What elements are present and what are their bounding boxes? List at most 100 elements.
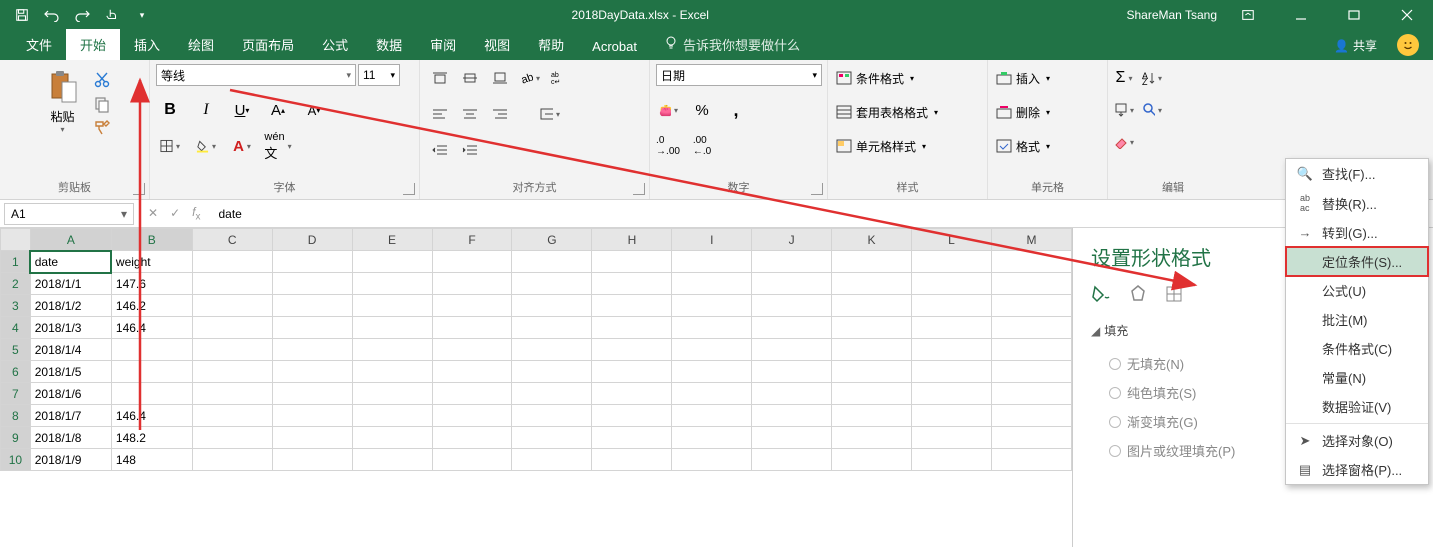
cell-F3[interactable] xyxy=(432,295,512,317)
cell-A4[interactable]: 2018/1/3 xyxy=(30,317,111,339)
minimize-button[interactable] xyxy=(1278,0,1323,30)
cell-I3[interactable] xyxy=(672,295,752,317)
size-tab-icon[interactable] xyxy=(1163,283,1185,308)
cell-H2[interactable] xyxy=(592,273,672,295)
cell-I1[interactable] xyxy=(672,251,752,273)
format-as-table-button[interactable]: 套用表格格式 ▾ xyxy=(834,102,938,122)
cell-C8[interactable] xyxy=(192,405,272,427)
clear-icon[interactable] xyxy=(1114,132,1134,152)
cell-I7[interactable] xyxy=(672,383,752,405)
cell-C6[interactable] xyxy=(192,361,272,383)
cell-L10[interactable] xyxy=(912,449,992,471)
cell-I6[interactable] xyxy=(672,361,752,383)
cell-L4[interactable] xyxy=(912,317,992,339)
align-middle-icon[interactable] xyxy=(460,68,480,88)
enter-formula-icon[interactable]: ✓ xyxy=(170,206,180,220)
cell-H5[interactable] xyxy=(592,339,672,361)
row-header-7[interactable]: 7 xyxy=(1,383,31,405)
cell-M8[interactable] xyxy=(991,405,1071,427)
increase-indent-icon[interactable] xyxy=(460,140,480,160)
cell-I5[interactable] xyxy=(672,339,752,361)
wrap-text-icon[interactable]: abc↵ xyxy=(550,68,570,88)
cell-J9[interactable] xyxy=(752,427,832,449)
menu-constants[interactable]: 常量(N) xyxy=(1286,363,1428,392)
font-name-combo[interactable]: 等线▾ xyxy=(156,64,356,86)
qat-customize-icon[interactable]: ▾ xyxy=(130,3,154,27)
row-header-1[interactable]: 1 xyxy=(1,251,31,273)
cell-H8[interactable] xyxy=(592,405,672,427)
cell-H3[interactable] xyxy=(592,295,672,317)
menu-goto[interactable]: →转到(G)... xyxy=(1286,218,1428,247)
cell-F1[interactable] xyxy=(432,251,512,273)
cell-styles-button[interactable]: 单元格样式 ▾ xyxy=(834,136,926,156)
align-bottom-icon[interactable] xyxy=(490,68,510,88)
maximize-button[interactable] xyxy=(1331,0,1376,30)
worksheet-grid[interactable]: ABCDEFGHIJKLM1dateweight22018/1/1147.632… xyxy=(0,228,1073,547)
cell-I4[interactable] xyxy=(672,317,752,339)
clipboard-dialog-launcher[interactable] xyxy=(133,183,145,195)
cell-B2[interactable]: 147.6 xyxy=(111,273,192,295)
paste-button[interactable]: 粘贴 ▾ xyxy=(38,64,88,134)
align-center-icon[interactable] xyxy=(460,104,480,124)
cell-E7[interactable] xyxy=(352,383,432,405)
fx-icon[interactable]: fx xyxy=(192,205,200,222)
cell-G9[interactable] xyxy=(512,427,592,449)
borders-icon[interactable] xyxy=(160,136,180,156)
user-name-label[interactable]: ShareMan Tsang xyxy=(1126,8,1217,22)
cell-I8[interactable] xyxy=(672,405,752,427)
cell-D6[interactable] xyxy=(272,361,352,383)
cell-E6[interactable] xyxy=(352,361,432,383)
column-header-J[interactable]: J xyxy=(752,229,832,251)
cell-D9[interactable] xyxy=(272,427,352,449)
align-top-icon[interactable] xyxy=(430,68,450,88)
cell-K10[interactable] xyxy=(832,449,912,471)
cell-E4[interactable] xyxy=(352,317,432,339)
autosum-icon[interactable]: Σ xyxy=(1114,68,1134,88)
cell-L8[interactable] xyxy=(912,405,992,427)
find-select-icon[interactable] xyxy=(1142,100,1162,120)
column-header-I[interactable]: I xyxy=(672,229,752,251)
effects-tab-icon[interactable] xyxy=(1127,283,1149,308)
cell-A5[interactable]: 2018/1/4 xyxy=(30,339,111,361)
cell-E1[interactable] xyxy=(352,251,432,273)
touch-mode-icon[interactable] xyxy=(100,3,124,27)
cell-A9[interactable]: 2018/1/8 xyxy=(30,427,111,449)
cell-J10[interactable] xyxy=(752,449,832,471)
delete-cells-button[interactable]: 删除▾ xyxy=(994,102,1050,122)
cell-L1[interactable] xyxy=(912,251,992,273)
decrease-font-icon[interactable]: A▾ xyxy=(304,100,324,120)
cell-K7[interactable] xyxy=(832,383,912,405)
row-header-8[interactable]: 8 xyxy=(1,405,31,427)
name-box[interactable]: A1 ▾ xyxy=(4,203,134,225)
merge-icon[interactable] xyxy=(540,104,560,124)
column-header-A[interactable]: A xyxy=(30,229,111,251)
underline-icon[interactable]: U▾ xyxy=(232,100,252,120)
cell-F8[interactable] xyxy=(432,405,512,427)
share-button[interactable]: 👤共享 xyxy=(1334,37,1377,54)
cell-B4[interactable]: 146.4 xyxy=(111,317,192,339)
cell-A1[interactable]: date xyxy=(30,251,111,273)
cell-E8[interactable] xyxy=(352,405,432,427)
font-size-combo[interactable]: 11▾ xyxy=(358,64,400,86)
font-color-icon[interactable]: A xyxy=(232,136,252,156)
select-all-corner[interactable] xyxy=(1,229,31,251)
column-header-C[interactable]: C xyxy=(192,229,272,251)
column-header-L[interactable]: L xyxy=(912,229,992,251)
cell-I9[interactable] xyxy=(672,427,752,449)
fill-outline-tab-icon[interactable] xyxy=(1091,283,1113,308)
redo-icon[interactable] xyxy=(70,3,94,27)
insert-cells-button[interactable]: 插入▾ xyxy=(994,68,1050,88)
cell-L2[interactable] xyxy=(912,273,992,295)
save-icon[interactable] xyxy=(10,3,34,27)
sort-filter-icon[interactable]: AZ xyxy=(1142,68,1162,88)
accounting-format-icon[interactable]: 👛 xyxy=(658,100,678,120)
tab-page-layout[interactable]: 页面布局 xyxy=(228,29,308,60)
cell-M7[interactable] xyxy=(991,383,1071,405)
cell-G6[interactable] xyxy=(512,361,592,383)
cell-M10[interactable] xyxy=(991,449,1071,471)
cell-D10[interactable] xyxy=(272,449,352,471)
menu-find[interactable]: 🔍查找(F)... xyxy=(1286,159,1428,188)
alignment-dialog-launcher[interactable] xyxy=(633,183,645,195)
row-header-9[interactable]: 9 xyxy=(1,427,31,449)
cell-A8[interactable]: 2018/1/7 xyxy=(30,405,111,427)
